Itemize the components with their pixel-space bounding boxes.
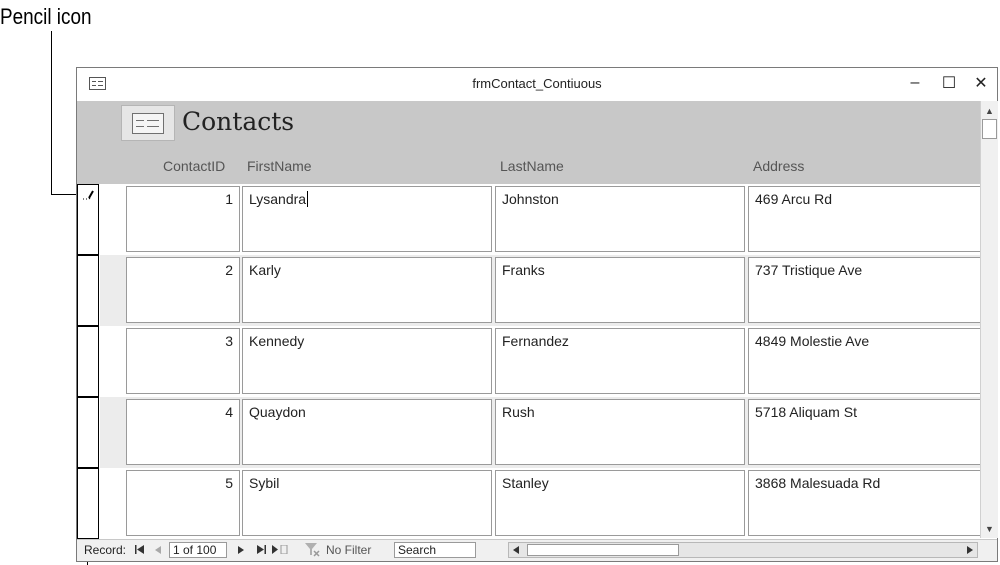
firstname-field[interactable]: Karly xyxy=(242,257,492,323)
horizontal-scrollbar[interactable] xyxy=(508,542,978,558)
no-filter-icon xyxy=(305,543,320,557)
vertical-scrollbar[interactable]: ▲ ▼ xyxy=(980,101,998,538)
maximize-button[interactable]: ☐ xyxy=(935,71,963,95)
search-box[interactable]: Search xyxy=(394,542,476,558)
record-selector-2[interactable] xyxy=(77,255,99,326)
scroll-up-icon[interactable]: ▲ xyxy=(982,103,997,118)
address-field[interactable]: 469 Arcu Rd xyxy=(748,186,988,252)
scroll-right-icon[interactable] xyxy=(967,546,973,554)
form-title: Contacts xyxy=(182,107,295,136)
pencil-icon-callout: Pencil icon xyxy=(0,4,92,29)
lastname-field[interactable]: Rush xyxy=(495,399,745,465)
close-button[interactable]: ✕ xyxy=(967,71,995,95)
contactid-field[interactable]: 2 xyxy=(126,257,240,323)
lastname-field[interactable]: Stanley xyxy=(495,470,745,536)
first-record-icon[interactable] xyxy=(135,545,144,554)
contactid-field[interactable]: 3 xyxy=(126,328,240,394)
window-title: frmContact_Contiuous xyxy=(472,76,602,91)
next-record-icon[interactable] xyxy=(238,546,244,554)
lastname-field[interactable]: Johnston xyxy=(495,186,745,252)
contactid-field[interactable]: 4 xyxy=(126,399,240,465)
record-row: 2 Karly Franks 737 Tristique Ave xyxy=(100,255,988,326)
column-header-lastname: LastName xyxy=(500,158,564,174)
address-field[interactable]: 4849 Molestie Ave xyxy=(748,328,988,394)
record-navigation-bar: Record: 1 of 100 No Filter Search xyxy=(77,539,997,561)
form-window: frmContact_Contiuous – ☐ ✕ Contacts Cont… xyxy=(76,67,998,562)
record-row: 5 Sybil Stanley 3868 Malesuada Rd xyxy=(100,468,988,539)
last-record-icon[interactable] xyxy=(257,545,266,554)
lastname-field[interactable]: Fernandez xyxy=(495,328,745,394)
firstname-field[interactable]: Quaydon xyxy=(242,399,492,465)
vertical-scroll-thumb[interactable] xyxy=(982,119,997,139)
record-selector-4[interactable] xyxy=(77,397,99,468)
record-row: 4 Quaydon Rush 5718 Aliquam St xyxy=(100,397,988,468)
record-selector-1[interactable] xyxy=(77,184,99,255)
scroll-left-icon[interactable] xyxy=(513,546,519,554)
form-header: Contacts ContactID FirstName LastName Ad… xyxy=(77,101,980,184)
record-row: 3 Kennedy Fernandez 4849 Molestie Ave xyxy=(100,326,988,397)
record-selector-3[interactable] xyxy=(77,326,99,397)
form-icon xyxy=(121,105,175,141)
no-filter-button[interactable]: No Filter xyxy=(326,543,371,557)
address-field[interactable]: 737 Tristique Ave xyxy=(748,257,988,323)
lastname-field[interactable]: Franks xyxy=(495,257,745,323)
title-bar: frmContact_Contiuous – ☐ ✕ xyxy=(77,68,997,100)
current-record-box[interactable]: 1 of 100 xyxy=(169,542,227,558)
text-cursor xyxy=(307,191,309,207)
contactid-field[interactable]: 5 xyxy=(126,470,240,536)
callout-line-vertical xyxy=(51,31,52,195)
callout-line-horizontal xyxy=(51,194,79,195)
address-field[interactable]: 5718 Aliquam St xyxy=(748,399,988,465)
minimize-button[interactable]: – xyxy=(901,71,929,95)
record-selector-5[interactable] xyxy=(77,468,99,539)
pencil-icon xyxy=(83,190,94,200)
firstname-field[interactable]: Kennedy xyxy=(242,328,492,394)
firstname-value: Lysandra xyxy=(249,191,307,207)
column-header-address: Address xyxy=(753,158,805,174)
record-label: Record: xyxy=(84,543,127,557)
previous-record-icon[interactable] xyxy=(155,546,161,554)
horizontal-scroll-thumb[interactable] xyxy=(527,544,679,556)
record-row: 1 Lysandra Johnston 469 Arcu Rd xyxy=(100,184,988,255)
scroll-down-icon[interactable]: ▼ xyxy=(982,521,997,536)
firstname-field[interactable]: Lysandra xyxy=(242,186,492,252)
column-header-firstname: FirstName xyxy=(247,158,312,174)
firstname-field[interactable]: Sybil xyxy=(242,470,492,536)
contactid-field[interactable]: 1 xyxy=(126,186,240,252)
column-header-contactid: ContactID xyxy=(163,158,226,174)
new-record-icon[interactable] xyxy=(272,545,288,554)
address-field[interactable]: 3868 Malesuada Rd xyxy=(748,470,988,536)
